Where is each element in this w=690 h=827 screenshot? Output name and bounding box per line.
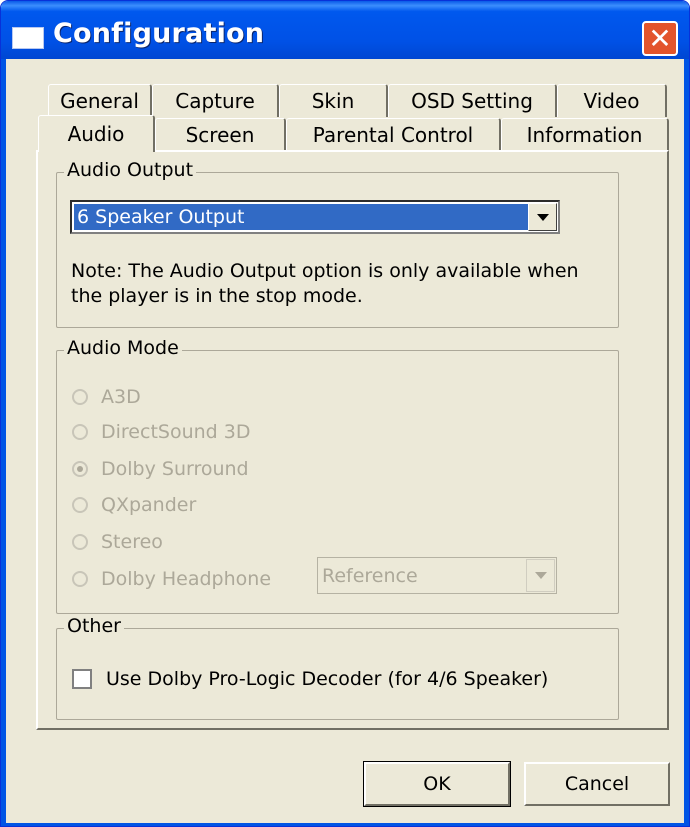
- audio-tab-panel: Audio Output 6 Speaker Output Note: The …: [36, 150, 669, 730]
- dropdown-arrow-button[interactable]: [526, 559, 555, 592]
- radio-button[interactable]: [72, 497, 88, 513]
- window-border-left: [1, 59, 6, 826]
- audio-mode-label: Audio Mode: [64, 337, 182, 359]
- radio-label: Dolby Headphone: [101, 568, 272, 590]
- radio-button[interactable]: [72, 534, 88, 550]
- configuration-dialog: Configuration ✕ General Capture Skin OSD…: [0, 0, 690, 827]
- dropdown-arrow-button[interactable]: [528, 203, 557, 231]
- dolby-prologic-label[interactable]: Use Dolby Pro-Logic Decoder (for 4/6 Spe…: [106, 668, 548, 690]
- chevron-down-icon: [536, 213, 549, 221]
- window-icon: [12, 27, 44, 49]
- radio-qxpander[interactable]: QXpander: [72, 494, 196, 516]
- tab-parental-control[interactable]: Parental Control: [286, 118, 501, 151]
- window-title: Configuration: [53, 18, 265, 49]
- window-border-right: [684, 59, 689, 826]
- dolby-prologic-checkbox[interactable]: [72, 669, 92, 689]
- radio-dolby-surround[interactable]: Dolby Surround: [72, 458, 249, 480]
- audio-output-label: Audio Output: [64, 159, 197, 181]
- radio-button[interactable]: [72, 424, 88, 440]
- headphone-mode-value: Reference: [322, 564, 418, 587]
- close-icon: ✕: [648, 21, 672, 55]
- tab-information[interactable]: Information: [501, 118, 669, 151]
- window-border-bottom: [1, 823, 689, 826]
- radio-label: QXpander: [101, 494, 197, 516]
- cancel-button[interactable]: Cancel: [524, 762, 670, 806]
- radio-directsound-3d[interactable]: DirectSound 3D: [72, 421, 250, 443]
- tab-general[interactable]: General: [48, 84, 152, 117]
- note-line-2: the player is in the stop mode.: [71, 285, 363, 307]
- ok-button[interactable]: OK: [363, 761, 511, 807]
- radio-button-selected[interactable]: [72, 461, 88, 477]
- radio-label: DirectSound 3D: [101, 421, 251, 443]
- radio-dolby-headphone[interactable]: Dolby Headphone: [72, 568, 271, 590]
- audio-output-dropdown[interactable]: 6 Speaker Output: [70, 200, 560, 234]
- note-line-1: Note: The Audio Output option is only av…: [71, 260, 579, 282]
- title-bar[interactable]: Configuration ✕: [1, 1, 689, 59]
- headphone-mode-dropdown[interactable]: Reference: [317, 557, 557, 594]
- audio-output-note: Note: The Audio Output option is only av…: [71, 259, 579, 309]
- radio-button[interactable]: [72, 389, 88, 405]
- tab-audio[interactable]: Audio: [38, 115, 155, 152]
- tab-capture[interactable]: Capture: [152, 84, 279, 117]
- tab-skin[interactable]: Skin: [279, 84, 388, 117]
- other-group: Other Use Dolby Pro-Logic Decoder (for 4…: [56, 615, 619, 720]
- tab-video[interactable]: Video: [557, 84, 667, 117]
- radio-stereo[interactable]: Stereo: [72, 531, 163, 553]
- tab-screen[interactable]: Screen: [155, 118, 286, 151]
- radio-label: A3D: [101, 386, 141, 408]
- chevron-down-icon: [534, 572, 547, 579]
- radio-a3d[interactable]: A3D: [72, 386, 141, 408]
- radio-button[interactable]: [72, 571, 88, 587]
- radio-label: Dolby Surround: [101, 458, 249, 480]
- tab-osd-setting[interactable]: OSD Setting: [388, 84, 557, 117]
- audio-output-selected: 6 Speaker Output: [74, 204, 528, 230]
- close-button[interactable]: ✕: [642, 21, 678, 56]
- other-label: Other: [64, 615, 124, 637]
- audio-output-group: Audio Output 6 Speaker Output Note: The …: [56, 159, 619, 328]
- audio-mode-group: Audio Mode A3D DirectSound 3D Dolby Surr…: [56, 337, 619, 614]
- radio-label: Stereo: [101, 531, 163, 553]
